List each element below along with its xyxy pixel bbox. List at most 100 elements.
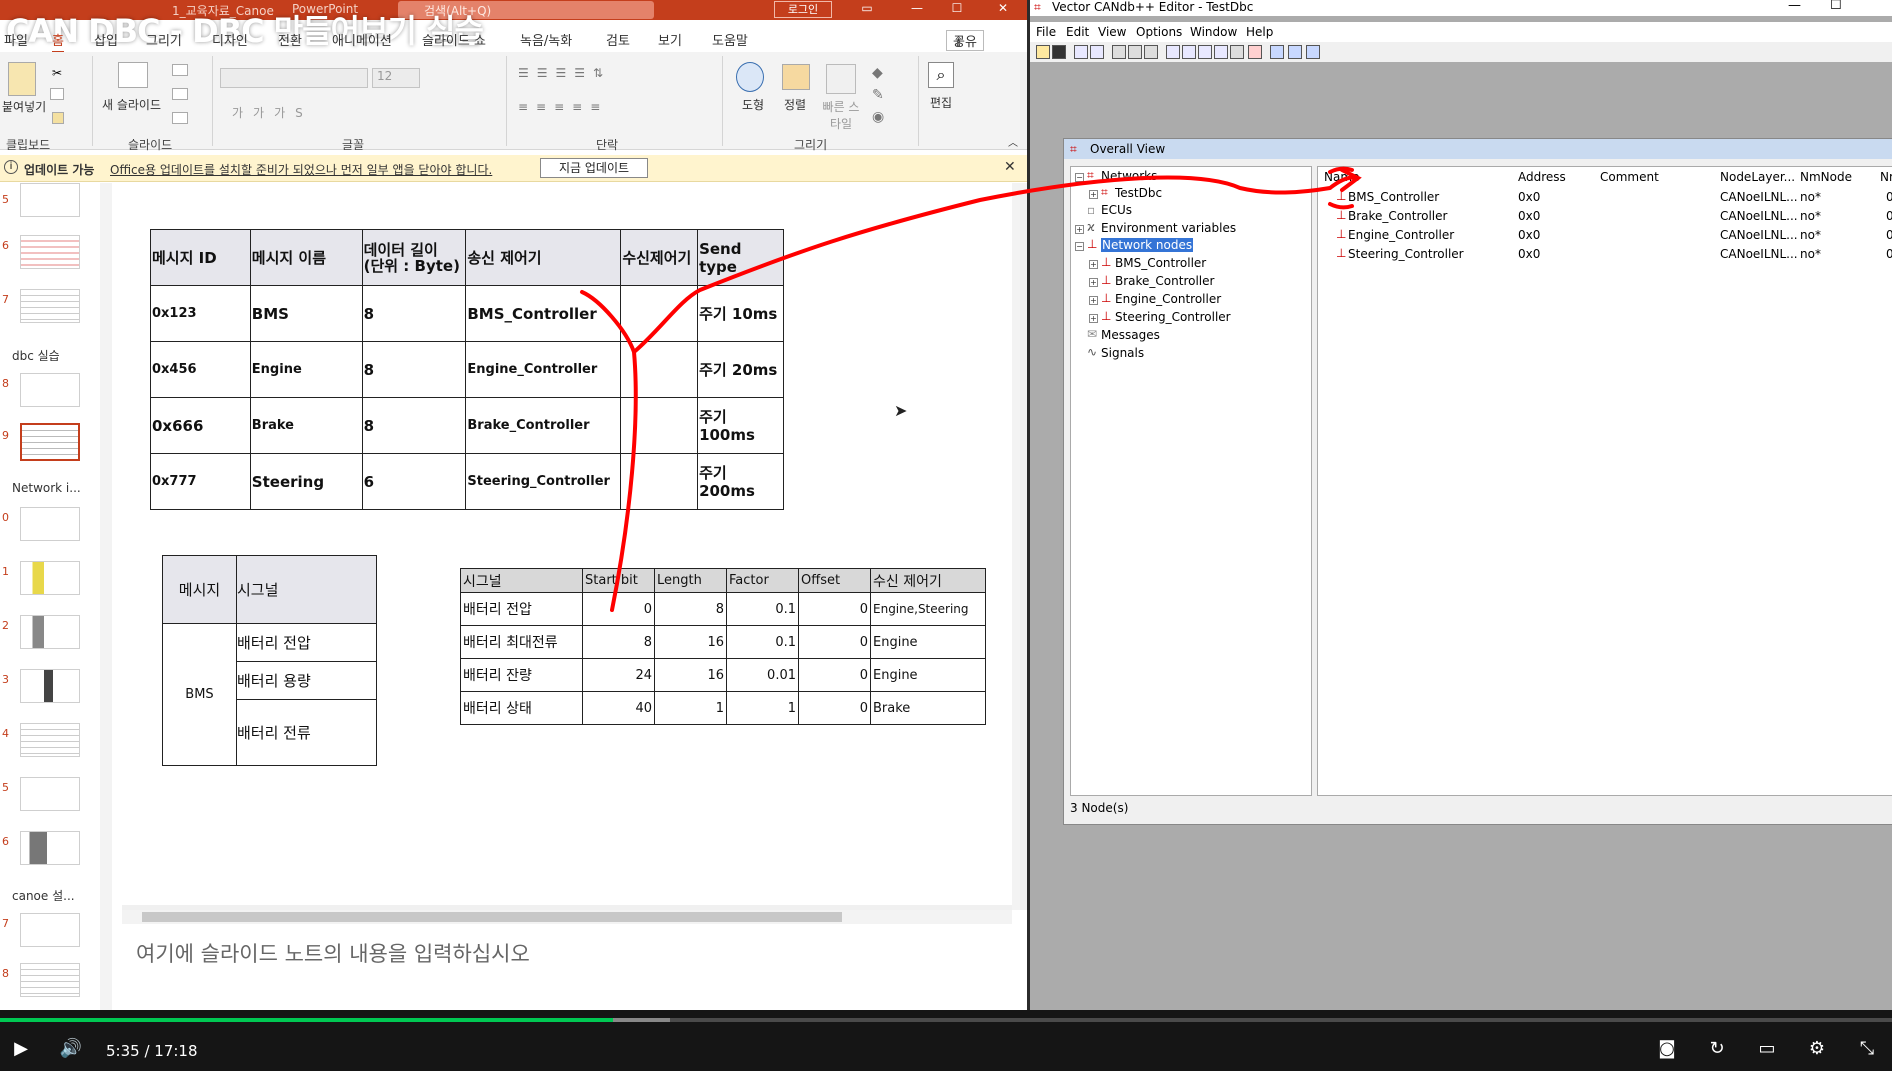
tab-help[interactable]: 도움말	[712, 30, 748, 49]
list-row-name[interactable]: BMS_Controller	[1348, 190, 1439, 204]
arrange-label[interactable]: 정렬	[784, 96, 806, 113]
tab-file[interactable]: 파일	[4, 30, 28, 49]
expand-icon[interactable]: +	[1089, 278, 1098, 287]
tab-slideshow[interactable]: 슬라이드 쇼	[422, 30, 486, 49]
tool-icon[interactable]	[1128, 45, 1142, 59]
tree-signals[interactable]: Signals	[1101, 346, 1144, 360]
slide-canvas[interactable]: 메시지 ID 메시지 이름 데이터 길이 (단위 : Byte) 송신 제어기 …	[122, 183, 1014, 905]
save-icon[interactable]	[1052, 45, 1066, 59]
share-button[interactable]: ⇪ 공유	[946, 30, 984, 51]
update-now-button[interactable]: 지금 업데이트	[540, 158, 648, 178]
slide-thumbnail[interactable]	[20, 507, 80, 541]
menu-view[interactable]: View	[1098, 25, 1126, 39]
slide-thumbnail[interactable]	[20, 235, 80, 269]
tab-review[interactable]: 검토	[606, 30, 630, 49]
tool-icon[interactable]	[1306, 45, 1320, 59]
expand-icon[interactable]: +	[1075, 225, 1084, 234]
open-icon[interactable]	[1036, 45, 1050, 59]
slide-thumbnail[interactable]	[20, 723, 80, 757]
tab-draw[interactable]: 그리기	[146, 30, 182, 49]
maximize-icon[interactable]: ☐	[1830, 0, 1842, 13]
tree-testdbc[interactable]: TestDbc	[1115, 186, 1162, 200]
column-nmnode[interactable]: NmNode	[1800, 170, 1852, 184]
volume-icon[interactable]: 🔊	[58, 1036, 84, 1062]
paste-icon[interactable]	[8, 62, 36, 96]
notes-pane[interactable]: 여기에 슬라이드 노트의 내용을 입력하십시오	[122, 926, 1027, 1010]
menu-edit[interactable]: Edit	[1066, 25, 1089, 39]
menu-window[interactable]: Window	[1190, 25, 1237, 39]
expand-icon[interactable]: +	[1089, 190, 1098, 199]
tree-node-brake[interactable]: Brake_Controller	[1115, 274, 1214, 288]
replay-icon[interactable]: ↻	[1704, 1036, 1730, 1062]
slide-thumbnail[interactable]	[20, 963, 80, 997]
slide-thumbnail[interactable]	[20, 669, 80, 703]
tab-record[interactable]: 녹음/녹화	[520, 30, 572, 49]
scroll-thumb[interactable]	[142, 912, 842, 922]
minimize-icon[interactable]: —	[1788, 0, 1801, 13]
expand-icon[interactable]: +	[1089, 314, 1098, 323]
slide-vertical-scrollbar[interactable]	[1012, 183, 1027, 910]
expand-icon[interactable]: +	[1089, 260, 1098, 269]
tree-node-bms[interactable]: BMS_Controller	[1115, 256, 1206, 270]
shapes-icon[interactable]	[736, 62, 764, 92]
menu-file[interactable]: File	[1036, 25, 1056, 39]
close-bar-icon[interactable]: ✕	[1004, 159, 1016, 175]
tab-animations[interactable]: 애니메이션	[332, 30, 392, 49]
format-painter-icon[interactable]	[52, 112, 64, 124]
tool-icon[interactable]	[1144, 45, 1158, 59]
layout-icon[interactable]	[172, 64, 188, 76]
font-format-buttons[interactable]: 가가가S	[232, 104, 313, 121]
shape-fill-buttons[interactable]: ◆ ✎ ◉	[872, 62, 884, 128]
new-slide-label[interactable]: 새 슬라이드	[102, 96, 161, 113]
section-network[interactable]: Network i...	[12, 481, 81, 495]
expand-icon[interactable]: −	[1075, 242, 1084, 251]
tool-icon[interactable]	[1230, 45, 1244, 59]
tool-icon[interactable]	[1182, 45, 1196, 59]
quick-styles-label[interactable]: 빠른 스타일	[818, 98, 864, 132]
list-row-name[interactable]: Brake_Controller	[1348, 209, 1447, 223]
tool-icon[interactable]	[1166, 45, 1180, 59]
column-address[interactable]: Address	[1518, 170, 1566, 184]
tool-icon[interactable]	[1198, 45, 1212, 59]
section-dbc[interactable]: dbc 실습	[12, 347, 60, 364]
slide-horizontal-scrollbar[interactable]	[122, 910, 1012, 924]
slide-thumbnail[interactable]	[20, 831, 80, 865]
copy-icon[interactable]	[50, 88, 64, 100]
tool-icon[interactable]	[1214, 45, 1228, 59]
list-buttons[interactable]: ☰☰☰☰⇅	[518, 66, 611, 80]
paste-label[interactable]: 붙여넣기	[2, 98, 46, 115]
subtitles-icon[interactable]: ▭	[1754, 1036, 1780, 1062]
shapes-label[interactable]: 도형	[742, 96, 764, 113]
settings-icon[interactable]: ⚙	[1804, 1036, 1830, 1062]
list-row-name[interactable]: Steering_Controller	[1348, 247, 1464, 261]
slide-thumbnail[interactable]	[20, 615, 80, 649]
tree-env-vars[interactable]: Environment variables	[1101, 221, 1236, 235]
column-name[interactable]: Name	[1324, 170, 1359, 184]
section-icon[interactable]	[172, 112, 188, 124]
thumbnail-scrollbar[interactable]	[100, 183, 112, 1010]
list-row-name[interactable]: Engine_Controller	[1348, 228, 1454, 242]
slide-thumbnail[interactable]	[20, 289, 80, 323]
column-nodelayer[interactable]: NodeLayer...	[1720, 170, 1795, 184]
tool-icon[interactable]	[1270, 45, 1284, 59]
tree-network-nodes[interactable]: Network nodes	[1101, 238, 1194, 252]
maximize-icon[interactable]: ☐	[946, 1, 968, 19]
tree-node-steering[interactable]: Steering_Controller	[1115, 310, 1231, 324]
find-icon[interactable]: ⌕	[928, 62, 954, 88]
font-size-select[interactable]: 12	[372, 68, 420, 88]
quick-styles-icon[interactable]	[826, 64, 856, 94]
slide-thumbnail[interactable]	[20, 561, 80, 595]
align-buttons[interactable]: ≡≡≡≡≡	[518, 100, 608, 114]
tab-insert[interactable]: 삽입	[94, 30, 118, 49]
play-icon[interactable]: ▶	[8, 1036, 34, 1062]
minimize-icon[interactable]: —	[906, 1, 928, 19]
arrange-icon[interactable]	[782, 64, 810, 90]
tree-networks[interactable]: Networks	[1101, 169, 1157, 183]
reset-icon[interactable]	[172, 88, 188, 100]
video-progress-bar[interactable]	[0, 1018, 1892, 1022]
collapse-ribbon-icon[interactable]: ︿	[1008, 134, 1018, 149]
cut-icon[interactable]: ✂	[52, 66, 66, 80]
column-comment[interactable]: Comment	[1600, 170, 1659, 184]
tool-icon[interactable]	[1288, 45, 1302, 59]
tree-node-engine[interactable]: Engine_Controller	[1115, 292, 1221, 306]
